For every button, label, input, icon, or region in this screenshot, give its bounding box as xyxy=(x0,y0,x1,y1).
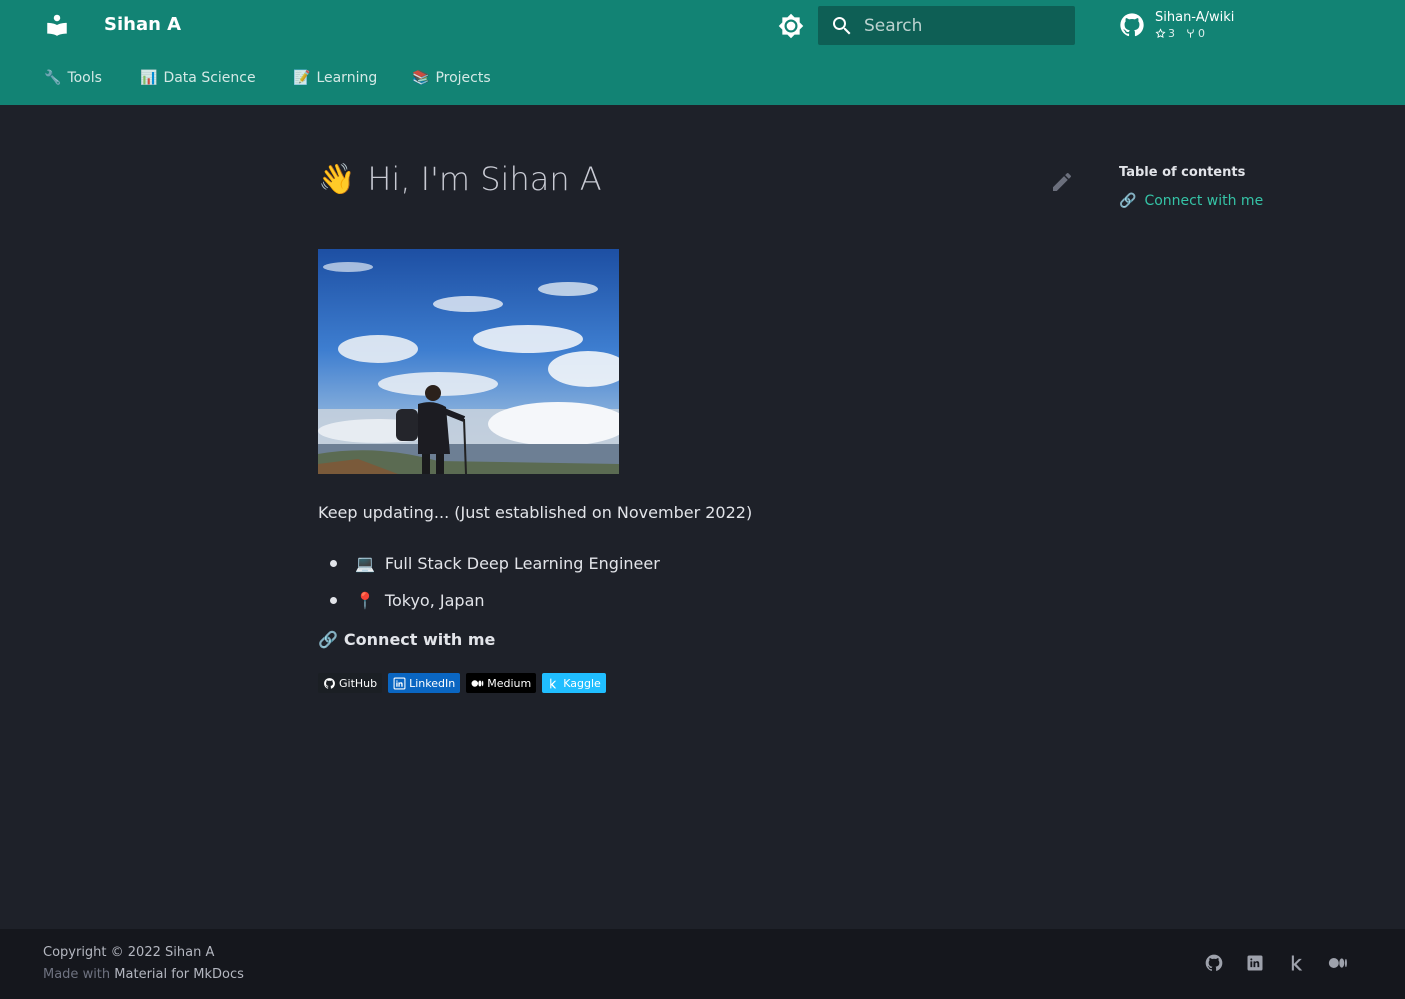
badge-label: Medium xyxy=(487,676,532,690)
linkedin-icon xyxy=(393,677,406,689)
fork-icon xyxy=(1187,29,1194,38)
search-input[interactable] xyxy=(864,6,1064,45)
repo-forks: 0 xyxy=(1185,27,1205,40)
repo-stars: 3 xyxy=(1155,27,1175,40)
copyright-text: Copyright © 2022 Sihan A xyxy=(43,945,215,960)
made-with-text: Made with Material for MkDocs xyxy=(43,967,244,982)
list-item-text: Tokyo, Japan xyxy=(384,591,485,610)
medium-icon[interactable] xyxy=(1326,953,1350,973)
bullet-dot xyxy=(330,560,337,567)
social-badges: GitHub LinkedIn Medium Kaggle xyxy=(318,673,606,693)
toc-item-label: Connect with me xyxy=(1144,193,1264,209)
mkdocs-material-link[interactable]: Material for MkDocs xyxy=(114,967,244,982)
repo-name: Sihan-A/wiki xyxy=(1155,10,1235,25)
list-item: 📍 Tokyo, Japan xyxy=(330,582,660,619)
memo-icon: 📝 xyxy=(293,70,311,86)
stars-count: 3 xyxy=(1168,27,1175,40)
profile-photo xyxy=(318,249,619,474)
page-title-text: Hi, I'm Sihan A xyxy=(367,160,602,198)
tab-label: Tools xyxy=(67,70,102,86)
tab-tools[interactable]: 🔧 Tools xyxy=(44,70,102,86)
kaggle-icon xyxy=(550,678,557,688)
pin-icon: 📍 xyxy=(355,591,375,610)
kaggle-badge[interactable]: Kaggle xyxy=(542,673,606,693)
list-item-text: Full Stack Deep Learning Engineer xyxy=(384,554,660,573)
kaggle-icon[interactable] xyxy=(1286,953,1306,973)
site-name[interactable]: Sihan A xyxy=(104,14,181,35)
nav-tabs: 🔧 Tools 📊 Data Science 📝 Learning 📚 Proj… xyxy=(0,52,1405,105)
tab-label: Learning xyxy=(316,70,378,86)
connect-heading: 🔗 Connect with me xyxy=(318,630,495,649)
github-icon xyxy=(1120,13,1144,37)
edit-pencil-icon[interactable] xyxy=(1050,170,1074,194)
github-badge[interactable]: GitHub xyxy=(318,673,383,693)
badge-label: LinkedIn xyxy=(409,676,456,690)
connect-heading-text: Connect with me xyxy=(343,630,496,649)
medium-icon xyxy=(471,679,484,687)
star-icon xyxy=(1155,28,1166,38)
github-icon xyxy=(324,677,335,689)
search-bar[interactable] xyxy=(818,6,1075,45)
tab-learning[interactable]: 📝 Learning xyxy=(293,70,377,86)
badge-label: GitHub xyxy=(339,676,378,690)
wrench-icon: 🔧 xyxy=(44,70,62,86)
footer: Copyright © 2022 Sihan A Made with Mater… xyxy=(0,929,1405,999)
made-with-prefix: Made with xyxy=(43,967,111,982)
waving-hand-icon: 👋 xyxy=(318,161,356,197)
tab-projects[interactable]: 📚 Projects xyxy=(412,70,491,86)
book-logo-icon[interactable] xyxy=(44,12,70,38)
link-icon: 🔗 xyxy=(318,630,338,649)
info-list: 💻 Full Stack Deep Learning Engineer 📍 To… xyxy=(330,545,660,619)
bar-chart-icon: 📊 xyxy=(140,70,158,86)
forks-count: 0 xyxy=(1198,27,1205,40)
medium-badge[interactable]: Medium xyxy=(466,673,537,693)
badge-label: Kaggle xyxy=(563,676,601,690)
linkedin-icon[interactable] xyxy=(1245,953,1265,973)
tab-label: Projects xyxy=(435,70,491,86)
list-item: 💻 Full Stack Deep Learning Engineer xyxy=(330,545,660,582)
brightness-toggle-icon[interactable] xyxy=(778,13,804,39)
repo-facts: 3 0 xyxy=(1155,27,1205,40)
toc-item-connect[interactable]: 🔗 Connect with me xyxy=(1119,193,1263,209)
page-title: 👋 Hi, I'm Sihan A xyxy=(318,160,602,198)
laptop-icon: 💻 xyxy=(355,554,375,573)
github-icon[interactable] xyxy=(1204,953,1224,973)
toc-title: Table of contents xyxy=(1119,165,1246,180)
header: Sihan A Sihan-A/wiki 3 0 xyxy=(0,0,1405,52)
tab-data-science[interactable]: 📊 Data Science xyxy=(140,70,256,86)
tab-label: Data Science xyxy=(163,70,256,86)
link-icon: 🔗 xyxy=(1119,193,1137,209)
repo-source-link[interactable]: Sihan-A/wiki 3 0 xyxy=(1118,9,1298,43)
books-icon: 📚 xyxy=(412,70,430,86)
bullet-dot xyxy=(330,597,337,604)
intro-text: Keep updating... (Just established on No… xyxy=(318,503,753,522)
linkedin-badge[interactable]: LinkedIn xyxy=(388,673,461,693)
search-icon xyxy=(833,17,851,35)
